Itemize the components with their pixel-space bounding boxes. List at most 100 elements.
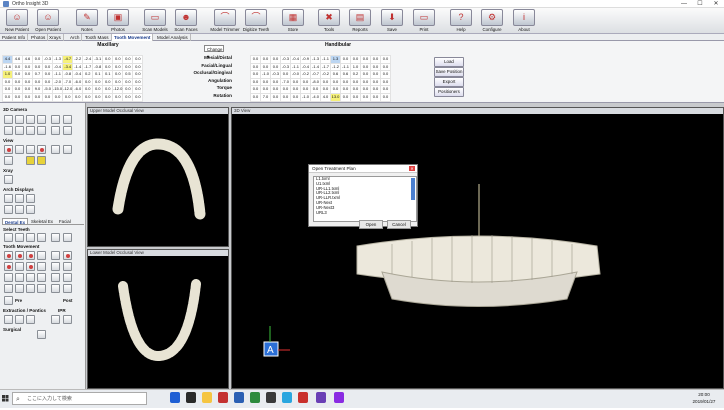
change-dropdown[interactable]: Change ▾	[204, 45, 224, 59]
mandibular-cell[interactable]: 0.0	[370, 85, 381, 94]
start-button[interactable]	[0, 389, 10, 408]
mandibular-cell[interactable]: -0.4	[290, 55, 301, 64]
mandibular-cell[interactable]: 13.0	[330, 92, 341, 102]
maxillary-cell[interactable]: 0.1	[102, 70, 114, 79]
maxillary-cell[interactable]: 0.0	[82, 92, 94, 102]
mandibular-cell[interactable]: 0.0	[290, 85, 301, 94]
move-button-8[interactable]	[15, 262, 24, 271]
maxillary-cell[interactable]: 0.0	[42, 77, 53, 87]
mandibular-cell[interactable]: 0.0	[380, 85, 391, 94]
view-toggle-2[interactable]	[15, 145, 24, 154]
list-scrollbar[interactable]	[411, 178, 415, 200]
maxillary-cell[interactable]: -2.0	[51, 77, 64, 87]
app-dark-icon[interactable]	[266, 392, 276, 403]
mandibular-cell[interactable]: 0.6	[330, 70, 341, 79]
mandibular-cell[interactable]: -0.0	[290, 70, 301, 79]
dialog-open-button[interactable]: Open	[359, 220, 383, 229]
mandibular-cell[interactable]: 0.0	[350, 55, 361, 64]
maxillary-cell[interactable]: 1.0	[2, 70, 13, 79]
mandibular-cell[interactable]: 0.0	[380, 92, 391, 102]
digitize-teeth-button[interactable]: ⌒ Digitize Teeth	[241, 9, 271, 33]
maxillary-cell[interactable]: 0.7	[32, 70, 43, 79]
mandibular-cell[interactable]: -1.3	[310, 55, 321, 64]
maxillary-cell[interactable]: -0.3	[42, 55, 53, 64]
maxillary-cell[interactable]: 0.5	[122, 70, 134, 79]
mandibular-cell[interactable]: -0.2	[300, 70, 311, 79]
mandibular-cell[interactable]: 0.0	[280, 92, 291, 102]
mandibular-cell[interactable]: 0.0	[340, 77, 351, 87]
arch-lower-button[interactable]	[26, 194, 35, 203]
mandibular-cell[interactable]: 0.0	[250, 92, 261, 102]
mandibular-cell[interactable]: -0.7	[310, 70, 321, 79]
maxillary-cell[interactable]: 0.0	[112, 70, 124, 79]
mandibular-cell[interactable]: 0.0	[360, 77, 371, 87]
view-toggle-4[interactable]	[37, 145, 46, 154]
reports-button[interactable]: ▤ Reports	[345, 9, 375, 33]
maxillary-cell[interactable]: -12.0	[62, 85, 74, 94]
maxillary-cell[interactable]: -4.7	[62, 55, 74, 64]
maxillary-cell[interactable]: -12.0	[112, 85, 124, 94]
mandibular-cell[interactable]: 0.0	[360, 70, 371, 79]
move-button-2[interactable]	[15, 251, 24, 260]
maxillary-cell[interactable]: 0.2	[82, 70, 94, 79]
maxillary-cell[interactable]: 4.4	[2, 55, 13, 64]
mandibular-cell[interactable]: 0.0	[290, 77, 301, 87]
maxillary-cell[interactable]: 0.0	[72, 92, 84, 102]
mandibular-cell[interactable]: 0.0	[270, 92, 281, 102]
arch-both-2-button[interactable]	[15, 205, 24, 214]
maxillary-cell[interactable]: -6.0	[72, 85, 84, 94]
maxillary-cell[interactable]: 0.0	[92, 77, 104, 87]
maxillary-cell[interactable]: -2.4	[82, 55, 94, 64]
mandibular-cell[interactable]: 0.0	[250, 77, 261, 87]
move-button-9[interactable]	[26, 262, 35, 271]
maxillary-cell[interactable]: 0.0	[22, 92, 33, 102]
maxillary-cell[interactable]: 0.0	[62, 92, 74, 102]
mandibular-cell[interactable]: 0.0	[380, 62, 391, 72]
camera-back-button[interactable]	[15, 126, 24, 135]
subtab-facial[interactable]: Facial	[57, 218, 73, 225]
arch-both-button[interactable]	[15, 194, 24, 203]
maxillary-cell[interactable]: -1.7	[82, 62, 94, 72]
maxillary-cell[interactable]: 0.0	[102, 85, 114, 94]
export-button[interactable]: Export	[434, 77, 464, 87]
maxillary-cell[interactable]: 0.0	[2, 77, 13, 87]
clock[interactable]: 20:00 2019/01/27	[686, 391, 722, 405]
open-patient-button[interactable]: ☺ Open Patient	[33, 9, 63, 33]
mandibular-cell[interactable]: 1.0	[350, 62, 361, 72]
maxillary-cell[interactable]: 0.0	[112, 92, 124, 102]
mandibular-cell[interactable]: 1.3	[330, 55, 341, 64]
maxillary-cell[interactable]: -15.0	[51, 85, 64, 94]
maxillary-cell[interactable]: 0.0	[22, 77, 33, 87]
maxillary-cell[interactable]: 0.0	[122, 62, 134, 72]
maxillary-cell[interactable]: 0.0	[32, 55, 43, 64]
list-item[interactable]: URL3	[314, 210, 416, 216]
mandibular-cell[interactable]: 0.0	[360, 85, 371, 94]
move-button-6[interactable]	[63, 251, 72, 260]
camera-bottom-button[interactable]	[4, 126, 13, 135]
maxillary-cell[interactable]: -0.4	[72, 70, 84, 79]
move-button-4[interactable]	[37, 251, 46, 260]
ipr-button-1[interactable]	[51, 315, 60, 324]
mandibular-cell[interactable]: 0.0	[370, 55, 381, 64]
view-toggle-3[interactable]	[26, 145, 35, 154]
maxillary-cell[interactable]: 0.0	[122, 92, 134, 102]
mandibular-cell[interactable]: 0.0	[260, 77, 271, 87]
maxillary-cell[interactable]: 0.0	[2, 92, 13, 102]
model-trimmer-button[interactable]: ⌒ Model Trimmer	[210, 9, 240, 33]
maxillary-cell[interactable]: 0.1	[92, 70, 104, 79]
tab-photos[interactable]: Photos	[29, 34, 49, 41]
view-toggle-1[interactable]	[4, 145, 13, 154]
mandibular-cell[interactable]: 0.0	[280, 70, 291, 79]
maxillary-cell[interactable]: 0.0	[12, 77, 23, 87]
minimize-button[interactable]: —	[676, 0, 692, 8]
mandibular-cell[interactable]: 0.0	[340, 85, 351, 94]
maxillary-cell[interactable]: 0.0	[92, 85, 104, 94]
view-grid-button[interactable]	[4, 156, 13, 165]
mandibular-cell[interactable]: 0.0	[380, 77, 391, 87]
maxillary-cell[interactable]: 0.0	[132, 85, 144, 94]
mandibular-cell[interactable]: -1.1	[340, 62, 351, 72]
mandibular-cell[interactable]: 0.0	[320, 77, 331, 87]
maxillary-cell[interactable]: -3.4	[62, 62, 74, 72]
mandibular-cell[interactable]: 0.0	[340, 55, 351, 64]
mandibular-cell[interactable]: 0.0	[280, 85, 291, 94]
